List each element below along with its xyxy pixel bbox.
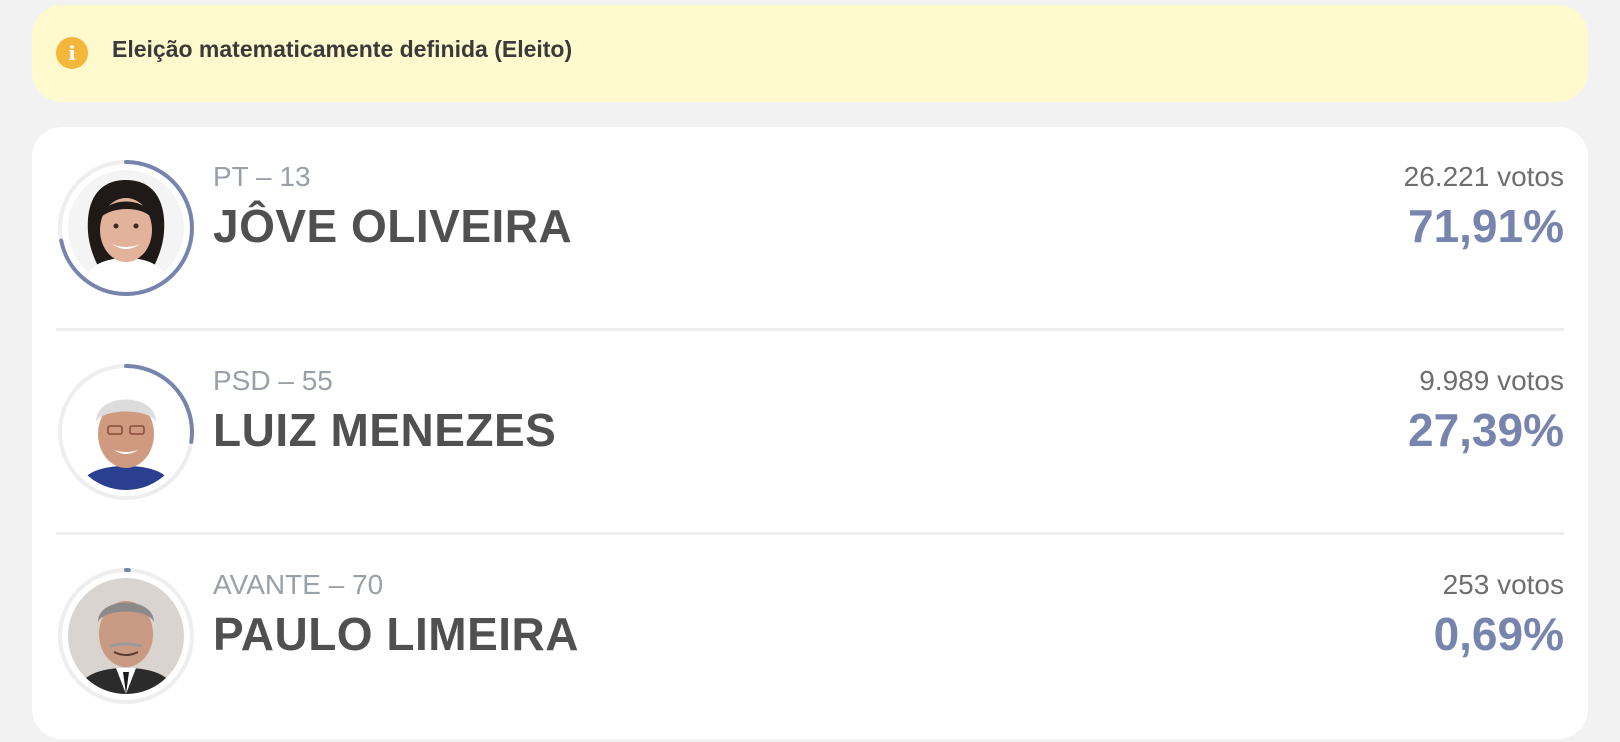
candidate-name: PAULO LIMEIRA [213, 608, 579, 660]
candidate-votes: 9.989 votos [1419, 365, 1564, 396]
results-card: PT – 13 JÔVE OLIVEIRA 26.221 votos 71,91… [32, 127, 1588, 739]
candidate-party: AVANTE – 70 [213, 569, 384, 600]
candidate-votes: 26.221 votos [1403, 161, 1564, 192]
candidate-avatar [56, 566, 196, 706]
candidate-percent: 71,91% [1407, 200, 1564, 252]
candidate-row[interactable]: AVANTE – 70 PAULO LIMEIRA 253 votos 0,69… [56, 535, 1564, 737]
candidate-party: PSD – 55 [213, 365, 333, 396]
candidate-name: JÔVE OLIVEIRA [213, 200, 573, 252]
candidate-avatar [56, 362, 196, 502]
candidate-party: PT – 13 [213, 161, 311, 192]
candidate-photo [68, 578, 184, 694]
status-banner: i Eleição matematicamente definida (Elei… [32, 5, 1588, 102]
banner-message: Eleição matematicamente definida (Eleito… [112, 36, 573, 62]
candidate-name: LUIZ MENEZES [213, 404, 557, 456]
candidate-row[interactable]: PSD – 55 LUIZ MENEZES 9.989 votos 27,39% [56, 331, 1564, 533]
candidate-percent: 0,69% [1433, 608, 1564, 660]
candidate-avatar [56, 158, 196, 298]
candidate-row[interactable]: PT – 13 JÔVE OLIVEIRA 26.221 votos 71,91… [56, 127, 1564, 329]
candidate-percent: 27,39% [1407, 404, 1564, 456]
candidate-votes: 253 votos [1442, 569, 1564, 600]
candidate-photo [68, 374, 184, 490]
candidate-photo [68, 170, 184, 286]
info-icon: i [56, 37, 88, 69]
